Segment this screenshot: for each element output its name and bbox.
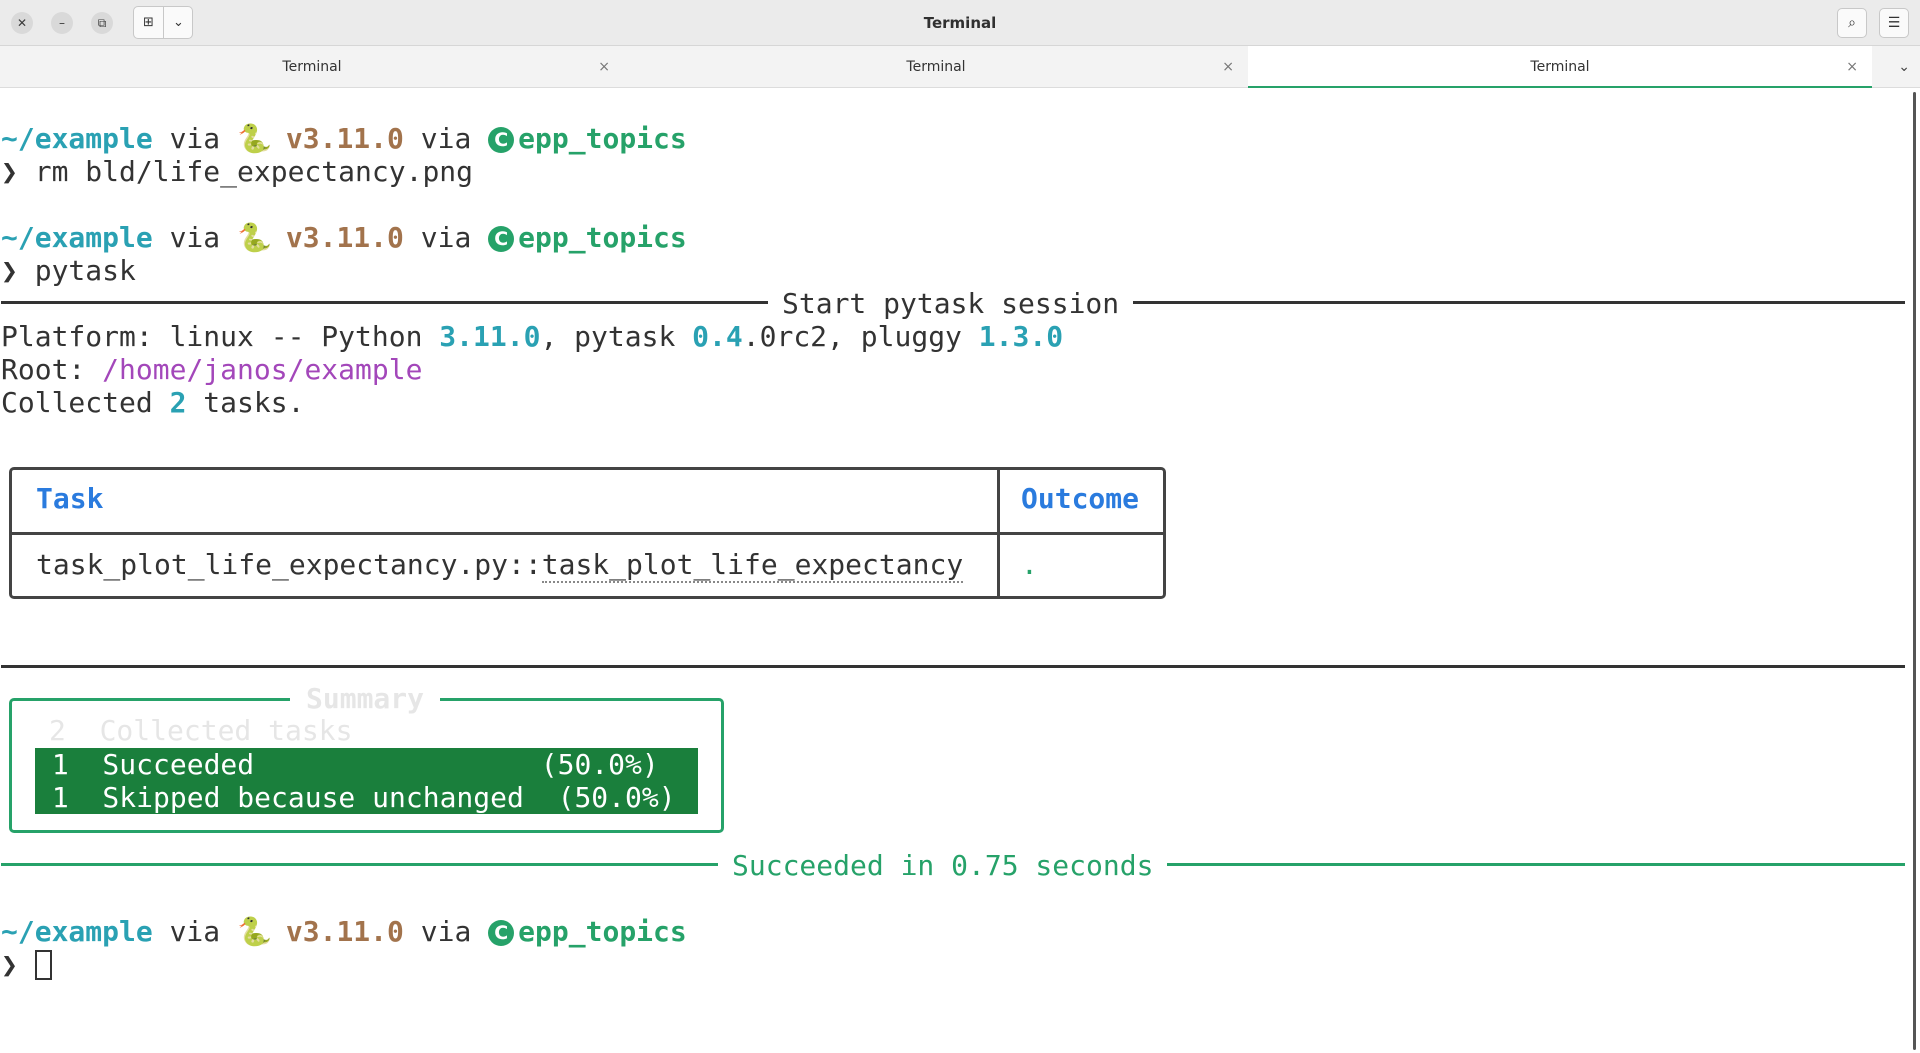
prompt-arrow-icon: ❯ [1,948,18,981]
python-icon: 🐍 [237,915,272,948]
prompt-dir: ~/example [1,122,153,155]
results-table: Task Outcome task_plot_life_expectancy.p… [9,467,1166,599]
command-line: ❯ [1,948,52,981]
tab-label: Terminal [1530,59,1590,75]
prompt-arrow-icon: ❯ [1,254,18,287]
conda-env: epp_topics [518,221,687,254]
new-tab-button[interactable]: ⊞ [134,7,163,38]
platform-prefix: Platform: linux -- Python [1,320,440,353]
platform-line: Platform: linux -- Python 3.11.0, pytask… [1,320,1063,353]
scrollbar-thumb[interactable] [1913,92,1916,1050]
python-version: v3.11.0 [269,221,404,254]
table-row-outcome: . [1021,548,1038,581]
summary-collected: 2 Collected tasks [49,714,353,747]
prompt-dir: ~/example [1,915,153,948]
command-line: ❯ pytask [1,254,136,287]
minimize-icon: – [59,16,65,30]
conda-icon: C [488,127,515,153]
root-path: /home/janos/example [102,353,423,386]
prompt-dir: ~/example [1,221,153,254]
session-header: Start pytask session [768,287,1134,320]
summary-row-skipped: 1 Skipped because unchanged (50.0%) [35,781,698,814]
pytask-version-minor: .0rc2 [742,320,828,353]
table-header-outcome: Outcome [1021,482,1140,515]
python-version: v3.11.0 [269,915,404,948]
pytask-prefix: , pytask [540,320,693,353]
conda-env: epp_topics [518,915,687,948]
collected-count: 2 [169,386,187,419]
tab-terminal-2[interactable]: Terminal × [624,46,1248,88]
footer-status: Succeeded in 0.75 seconds [718,849,1168,882]
command-line: ❯ rm bld/life_expectancy.png [1,155,473,188]
tab-terminal-3[interactable]: Terminal × [1248,46,1872,88]
chevron-down-icon: ⌄ [173,15,184,30]
window-title: Terminal [923,14,997,32]
collected-suffix: tasks. [186,386,305,419]
tab-terminal-1[interactable]: Terminal × [0,46,624,88]
close-window-button[interactable]: ✕ [11,12,33,34]
prompt-line: ~/example via 🐍 v3.11.0 via Cepp_topics [1,221,687,254]
prompt-via: via [403,221,489,254]
table-header-task: Task [36,482,104,515]
table-row-task: task_plot_life_expectancy.py::task_plot_… [36,548,964,583]
search-button[interactable]: ⌕ [1837,8,1867,38]
python-icon: 🐍 [237,221,272,254]
prompt-via: via [152,915,238,948]
pytask-version-major: 0.4 [692,320,743,353]
tab-label: Terminal [906,59,966,75]
tab-label: Terminal [282,59,342,75]
window-titlebar: ✕ – ⧉ ⊞ ⌄ Terminal ⌕ ☰ [0,0,1920,46]
terminal-output[interactable]: ~/example via 🐍 v3.11.0 via Cepp_topics … [0,88,1908,1053]
prompt-via: via [403,122,489,155]
collected-line: Collected 2 tasks. [1,386,304,419]
prompt-via: via [403,915,489,948]
new-tab-dropdown-button[interactable]: ⌄ [164,7,193,38]
tab-list-menu-button[interactable]: ⌄ [1898,46,1910,88]
minimize-window-button[interactable]: – [51,12,73,34]
command-text: pytask [17,254,136,287]
python-version: 3.11.0 [439,320,541,353]
prompt-via: via [152,122,238,155]
main-menu-button[interactable]: ☰ [1879,8,1909,38]
collected-prefix: Collected [1,386,170,419]
summary-title: Summary [290,682,441,715]
prompt-via: via [152,221,238,254]
conda-icon: C [488,920,515,946]
maximize-window-button[interactable]: ⧉ [91,12,113,34]
tab-bar: Terminal × Terminal × Terminal × ⌄ [0,46,1920,88]
command-text: rm bld/life_expectancy.png [17,155,474,188]
root-line: Root: /home/janos/example [1,353,422,386]
hamburger-menu-icon: ☰ [1887,15,1901,31]
pluggy-prefix: , pluggy [827,320,979,353]
pluggy-version: 1.3.0 [978,320,1064,353]
conda-env: epp_topics [518,122,687,155]
close-icon[interactable]: × [598,46,610,88]
terminal-cursor[interactable] [34,950,52,980]
summary-row-succeeded: 1 Succeeded (50.0%) [35,748,698,781]
root-label: Root: [1,353,103,386]
task-file: task_plot_life_expectancy.py:: [36,548,542,581]
search-icon: ⌕ [1848,15,1856,31]
close-icon: ✕ [16,16,28,30]
prompt-arrow-icon: ❯ [1,155,18,188]
chevron-down-icon: ⌄ [1898,59,1910,75]
new-tab-group: ⊞ ⌄ [133,6,193,39]
close-icon[interactable]: × [1222,46,1234,88]
summary-rule [1,665,1905,668]
maximize-icon: ⧉ [97,16,107,30]
python-version: v3.11.0 [269,122,404,155]
prompt-line: ~/example via 🐍 v3.11.0 via Cepp_topics [1,915,687,948]
new-tab-icon: ⊞ [143,15,154,30]
python-icon: 🐍 [237,122,272,155]
conda-icon: C [488,226,515,252]
task-function-link[interactable]: task_plot_life_expectancy [541,548,964,583]
prompt-line: ~/example via 🐍 v3.11.0 via Cepp_topics [1,122,687,155]
close-icon[interactable]: × [1846,46,1858,88]
